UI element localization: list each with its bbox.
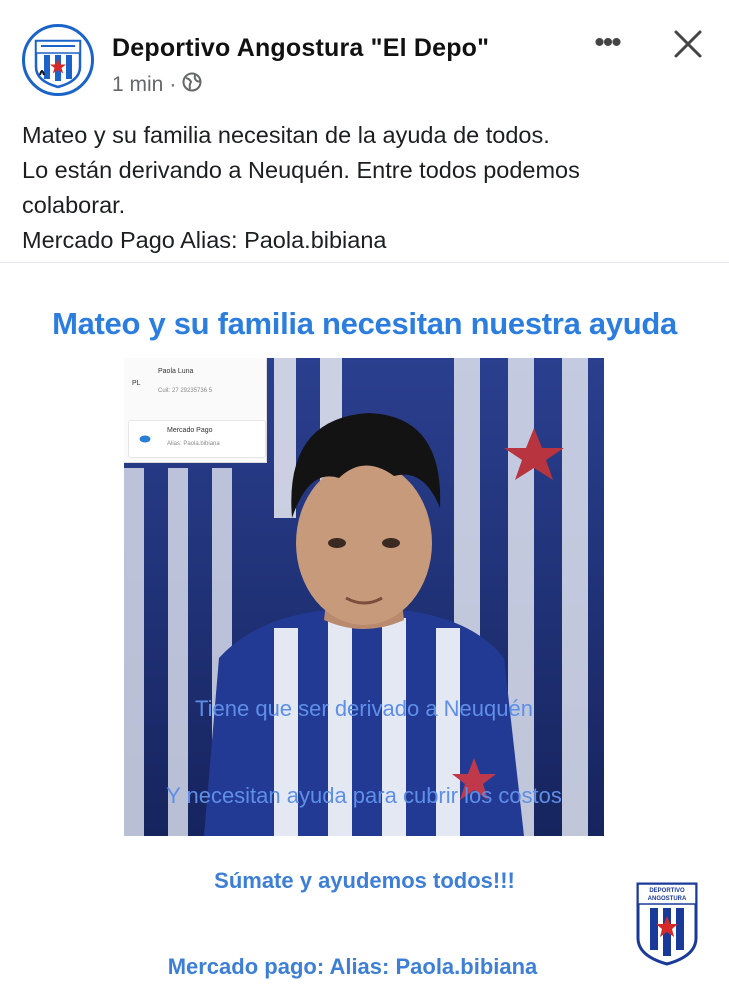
call-to-action: Súmate y ayudemos todos!!!	[214, 868, 515, 893]
mercado-pago-row: Mercado Pago Alias: Paola.bibiana	[128, 420, 266, 458]
crest-text-top: DEPORTIVO	[649, 888, 685, 894]
crest-text-mid: ANGOSTURA	[648, 896, 687, 902]
meta-separator: ·	[169, 73, 177, 96]
close-icon	[674, 30, 702, 58]
more-options-button[interactable]: •••	[584, 26, 630, 59]
club-crest-icon	[34, 39, 82, 89]
post-time[interactable]: 1 min	[112, 73, 163, 97]
service-alias: Alias: Paola.bibiana	[167, 441, 220, 447]
payee-name: Paola Luna	[158, 368, 194, 375]
caption-line: Lo están derivando a Neuquén. Entre todo…	[22, 157, 580, 183]
payee-cuit: Cuit: 27 29235736 5	[158, 388, 213, 394]
close-button[interactable]	[664, 20, 712, 68]
flyer-title: Mateo y su familia necesitan nuestra ayu…	[52, 306, 677, 341]
caption-line: colaborar.	[22, 192, 126, 218]
service-name: Mercado Pago	[167, 427, 213, 434]
payment-alias: Mercado pago: Alias: Paola.bibiana	[167, 954, 538, 979]
post-caption: Mateo y su familia necesitan de la ayuda…	[22, 118, 712, 258]
caption-line: Mateo y su familia necesitan de la ayuda…	[22, 122, 550, 148]
post-meta: 1 min ·	[112, 72, 202, 98]
handshake-icon	[139, 435, 151, 443]
caption-line: Mercado Pago Alias: Paola.bibiana	[22, 227, 387, 253]
page-name-link[interactable]: Deportivo Angostura "El Depo"	[112, 34, 489, 63]
post-header: Deportivo Angostura "El Depo" 1 min · ••…	[0, 0, 729, 110]
globe-icon[interactable]	[182, 72, 202, 98]
post-image[interactable]: Mateo y su familia necesitan nuestra ayu…	[0, 270, 729, 992]
payee-row: PL Paola Luna Cuit: 27 29235736 5	[130, 366, 264, 406]
payment-info-card: PL Paola Luna Cuit: 27 29235736 5 Mercad…	[124, 358, 267, 463]
page-avatar[interactable]	[22, 24, 94, 96]
player-photo: PL Paola Luna Cuit: 27 29235736 5 Mercad…	[124, 358, 604, 836]
overlay-line-costs: Y necesitan ayuda para cubrir los costos	[166, 783, 562, 808]
more-horizontal-icon: •••	[594, 26, 621, 59]
overlay-line-referral: Tiene que ser derivado a Neuquén	[195, 696, 533, 721]
divider	[0, 262, 729, 263]
payee-initials: PL	[132, 380, 141, 387]
